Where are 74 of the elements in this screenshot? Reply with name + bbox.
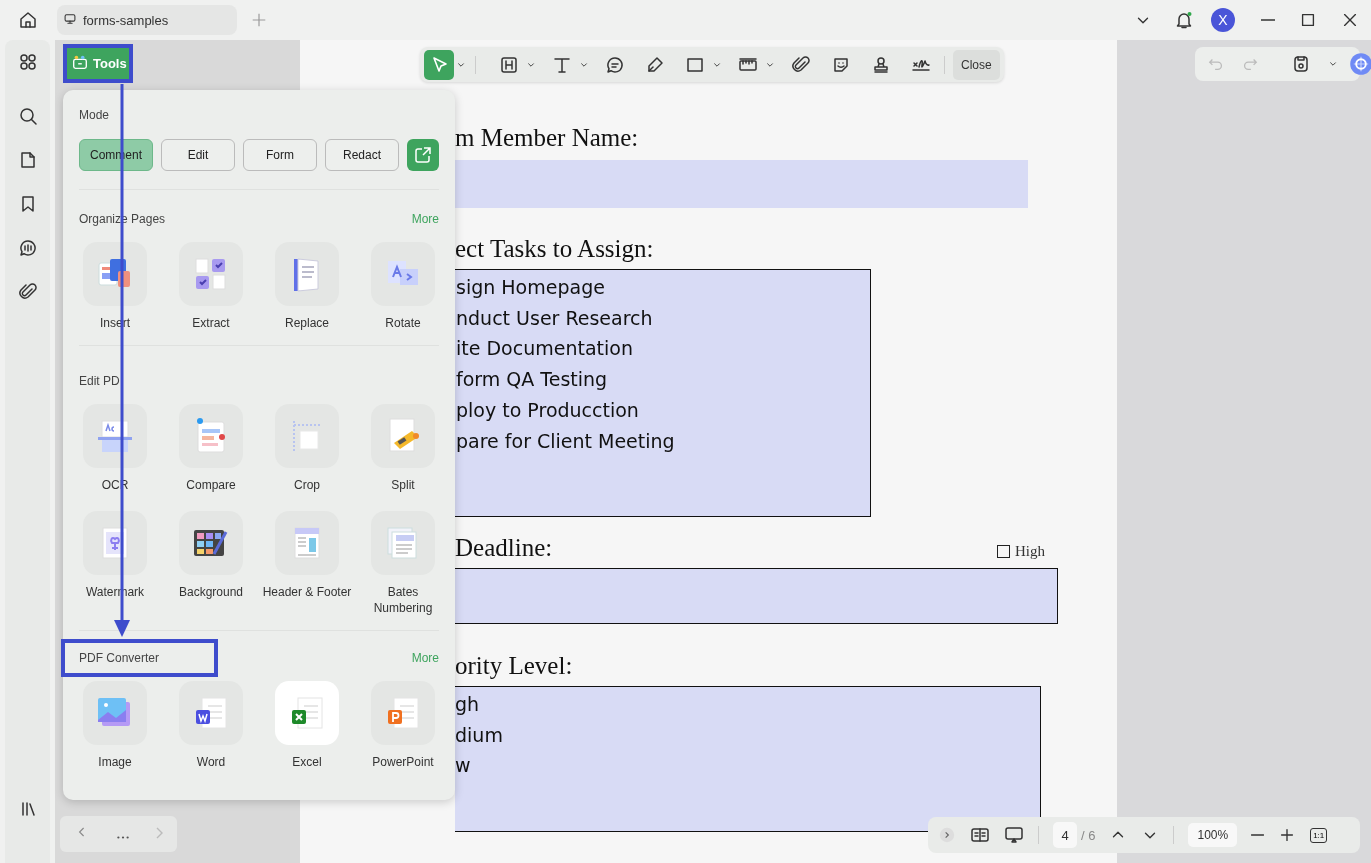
comment-icon [605, 54, 625, 75]
bell-icon [1174, 10, 1194, 30]
page-number-field[interactable]: 4 [1053, 822, 1077, 848]
document-tab[interactable]: forms-samples [57, 5, 237, 35]
search-icon [17, 106, 38, 126]
zoom-field[interactable]: 100% [1188, 823, 1238, 847]
mode-button[interactable]: Edit [161, 139, 235, 171]
tool-tile[interactable] [275, 681, 339, 745]
chat-icon [17, 238, 38, 258]
tool-label: Bates Numbering [372, 584, 434, 616]
more-icon [117, 836, 129, 839]
tool-tile[interactable] [371, 242, 435, 306]
tool-tile[interactable] [83, 511, 147, 575]
tool-label: Crop [293, 477, 321, 493]
save-icon [1291, 54, 1311, 74]
toolbox-icon [71, 53, 89, 71]
home-icon [18, 10, 38, 30]
avatar[interactable]: X [1211, 8, 1235, 32]
paperclip-icon [17, 282, 38, 302]
close-button[interactable]: Close [953, 49, 1000, 80]
tool-label: Excel [291, 754, 323, 770]
section-title: Mode [79, 107, 110, 124]
minimize-icon [1261, 19, 1275, 21]
tool-tile[interactable] [83, 242, 147, 306]
plus-icon [250, 11, 268, 29]
list-box[interactable]: gh dium w [455, 686, 1041, 832]
tool-tile[interactable] [179, 242, 243, 306]
reading-mode-icon [970, 825, 990, 845]
tool-tile[interactable] [371, 681, 435, 745]
mode-button[interactable]: Form [243, 139, 317, 171]
tool-tile[interactable] [275, 242, 339, 306]
tool-tile[interactable] [179, 404, 243, 468]
heading-icon [499, 54, 519, 75]
paperclip-icon [791, 54, 811, 75]
section-title: Edit PD [79, 373, 120, 390]
chevron-right-icon [156, 827, 164, 839]
tool-label: Image [97, 754, 133, 770]
tool-label: Compare [185, 477, 237, 493]
tool-tile[interactable] [179, 511, 243, 575]
tool-label: PowerPoint [371, 754, 435, 770]
maximize-icon [1299, 11, 1317, 29]
field-label: m Member Name: [455, 124, 639, 152]
tool-tile[interactable] [371, 404, 435, 468]
field-label: ect Tasks to Assign: [455, 235, 654, 263]
assistant-icon [1349, 52, 1371, 76]
close-icon [1341, 11, 1359, 29]
tool-label: Extract [191, 315, 231, 331]
tool-tile[interactable] [275, 404, 339, 468]
actual-size-button[interactable]: 1:1 [1310, 827, 1328, 843]
page-count: / 6 [1081, 827, 1096, 843]
presentation-screen-icon [1004, 825, 1024, 845]
tool-label: Replace [284, 315, 330, 331]
mode-button[interactable]: Redact [325, 139, 399, 171]
tool-label: Split [390, 477, 416, 493]
checkbox[interactable]: High [997, 543, 1045, 560]
export-icon [413, 145, 433, 165]
tool-label: Word [195, 754, 227, 770]
minus-icon [1251, 834, 1265, 836]
tool-tile[interactable] [371, 511, 435, 575]
apps-icon [17, 52, 38, 72]
pen-icon [645, 54, 665, 75]
field-label: Deadline: [455, 534, 553, 562]
monitor-icon [63, 11, 77, 26]
export-button[interactable] [407, 139, 439, 171]
tool-tile[interactable] [83, 404, 147, 468]
tool-label: Background [177, 584, 244, 600]
stamp-icon [871, 54, 891, 75]
field-label: ority Level: [455, 652, 573, 680]
expand-icon [938, 826, 956, 844]
tool-tile[interactable] [275, 511, 339, 575]
tool-tile[interactable] [83, 681, 147, 745]
tool-label: Header & Footer [262, 584, 352, 600]
tool-label: Rotate [384, 315, 422, 331]
tool-tile[interactable] [179, 681, 243, 745]
